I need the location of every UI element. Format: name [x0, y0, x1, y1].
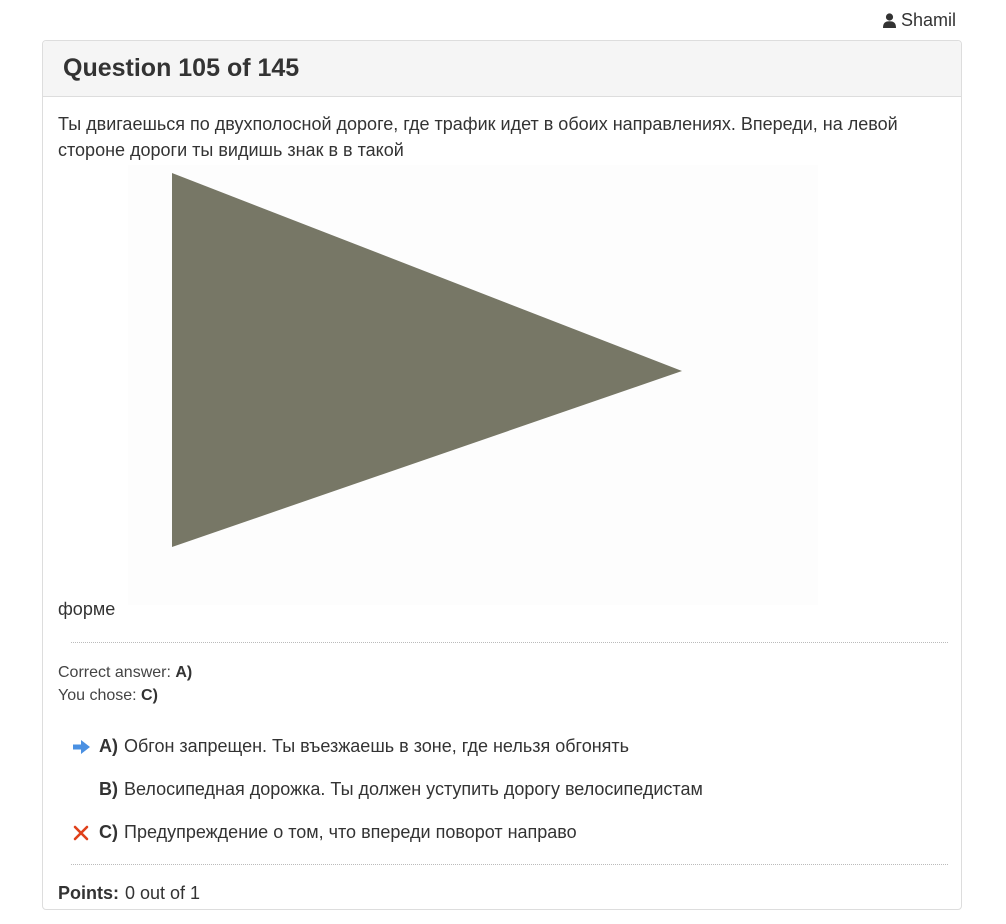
answer-option-a: A) Обгон запрещен. Ты въезжаешь в зоне, … [73, 725, 946, 768]
panel-body: Ты двигаешься по двухполосной дороге, гд… [43, 97, 961, 904]
user-menu[interactable]: Shamil [882, 10, 956, 31]
answer-letter: B) [99, 779, 118, 799]
cross-icon [73, 825, 99, 841]
question-text: Ты двигаешься по двухполосной дороге, гд… [58, 114, 898, 160]
chosen-answer-line: You chose: C) [58, 684, 946, 707]
question-title: Question 105 of 145 [63, 54, 300, 82]
correct-answer-line: Correct answer: A) [58, 661, 946, 684]
arrow-right-icon [73, 739, 99, 754]
answer-text: Предупреждение о том, что впереди поворо… [124, 822, 577, 842]
divider [71, 642, 948, 643]
points-line: Points: 0 out of 1 [58, 883, 946, 904]
points-value: 0 out of 1 [125, 883, 201, 903]
result-summary: Correct answer: A) You chose: C) [58, 661, 946, 707]
answer-option-c: C) Предупреждение о том, что впереди пов… [73, 811, 946, 854]
user-icon [882, 13, 896, 28]
question-panel: Question 105 of 145 Ты двигаешься по дву… [42, 40, 962, 910]
user-name[interactable]: Shamil [901, 10, 956, 31]
panel-heading: Question 105 of 145 [43, 41, 961, 97]
sign-image [128, 165, 818, 605]
points-label: Points: [58, 883, 119, 903]
divider [71, 864, 948, 865]
correct-answer-value: A) [175, 664, 193, 681]
chosen-answer-value: C) [141, 687, 158, 704]
answer-option-b: B) Велосипедная дорожка. Ты должен уступ… [73, 768, 946, 811]
answer-text: Обгон запрещен. Ты въезжаешь в зоне, где… [124, 736, 630, 756]
answer-letter: A) [99, 736, 118, 756]
chosen-answer-label: You chose: [58, 687, 137, 704]
answer-letter: C) [99, 822, 118, 842]
answer-list: A) Обгон запрещен. Ты въезжаешь в зоне, … [58, 725, 946, 854]
answer-text: Велосипедная дорожка. Ты должен уступить… [124, 779, 703, 799]
correct-answer-label: Correct answer: [58, 664, 171, 681]
